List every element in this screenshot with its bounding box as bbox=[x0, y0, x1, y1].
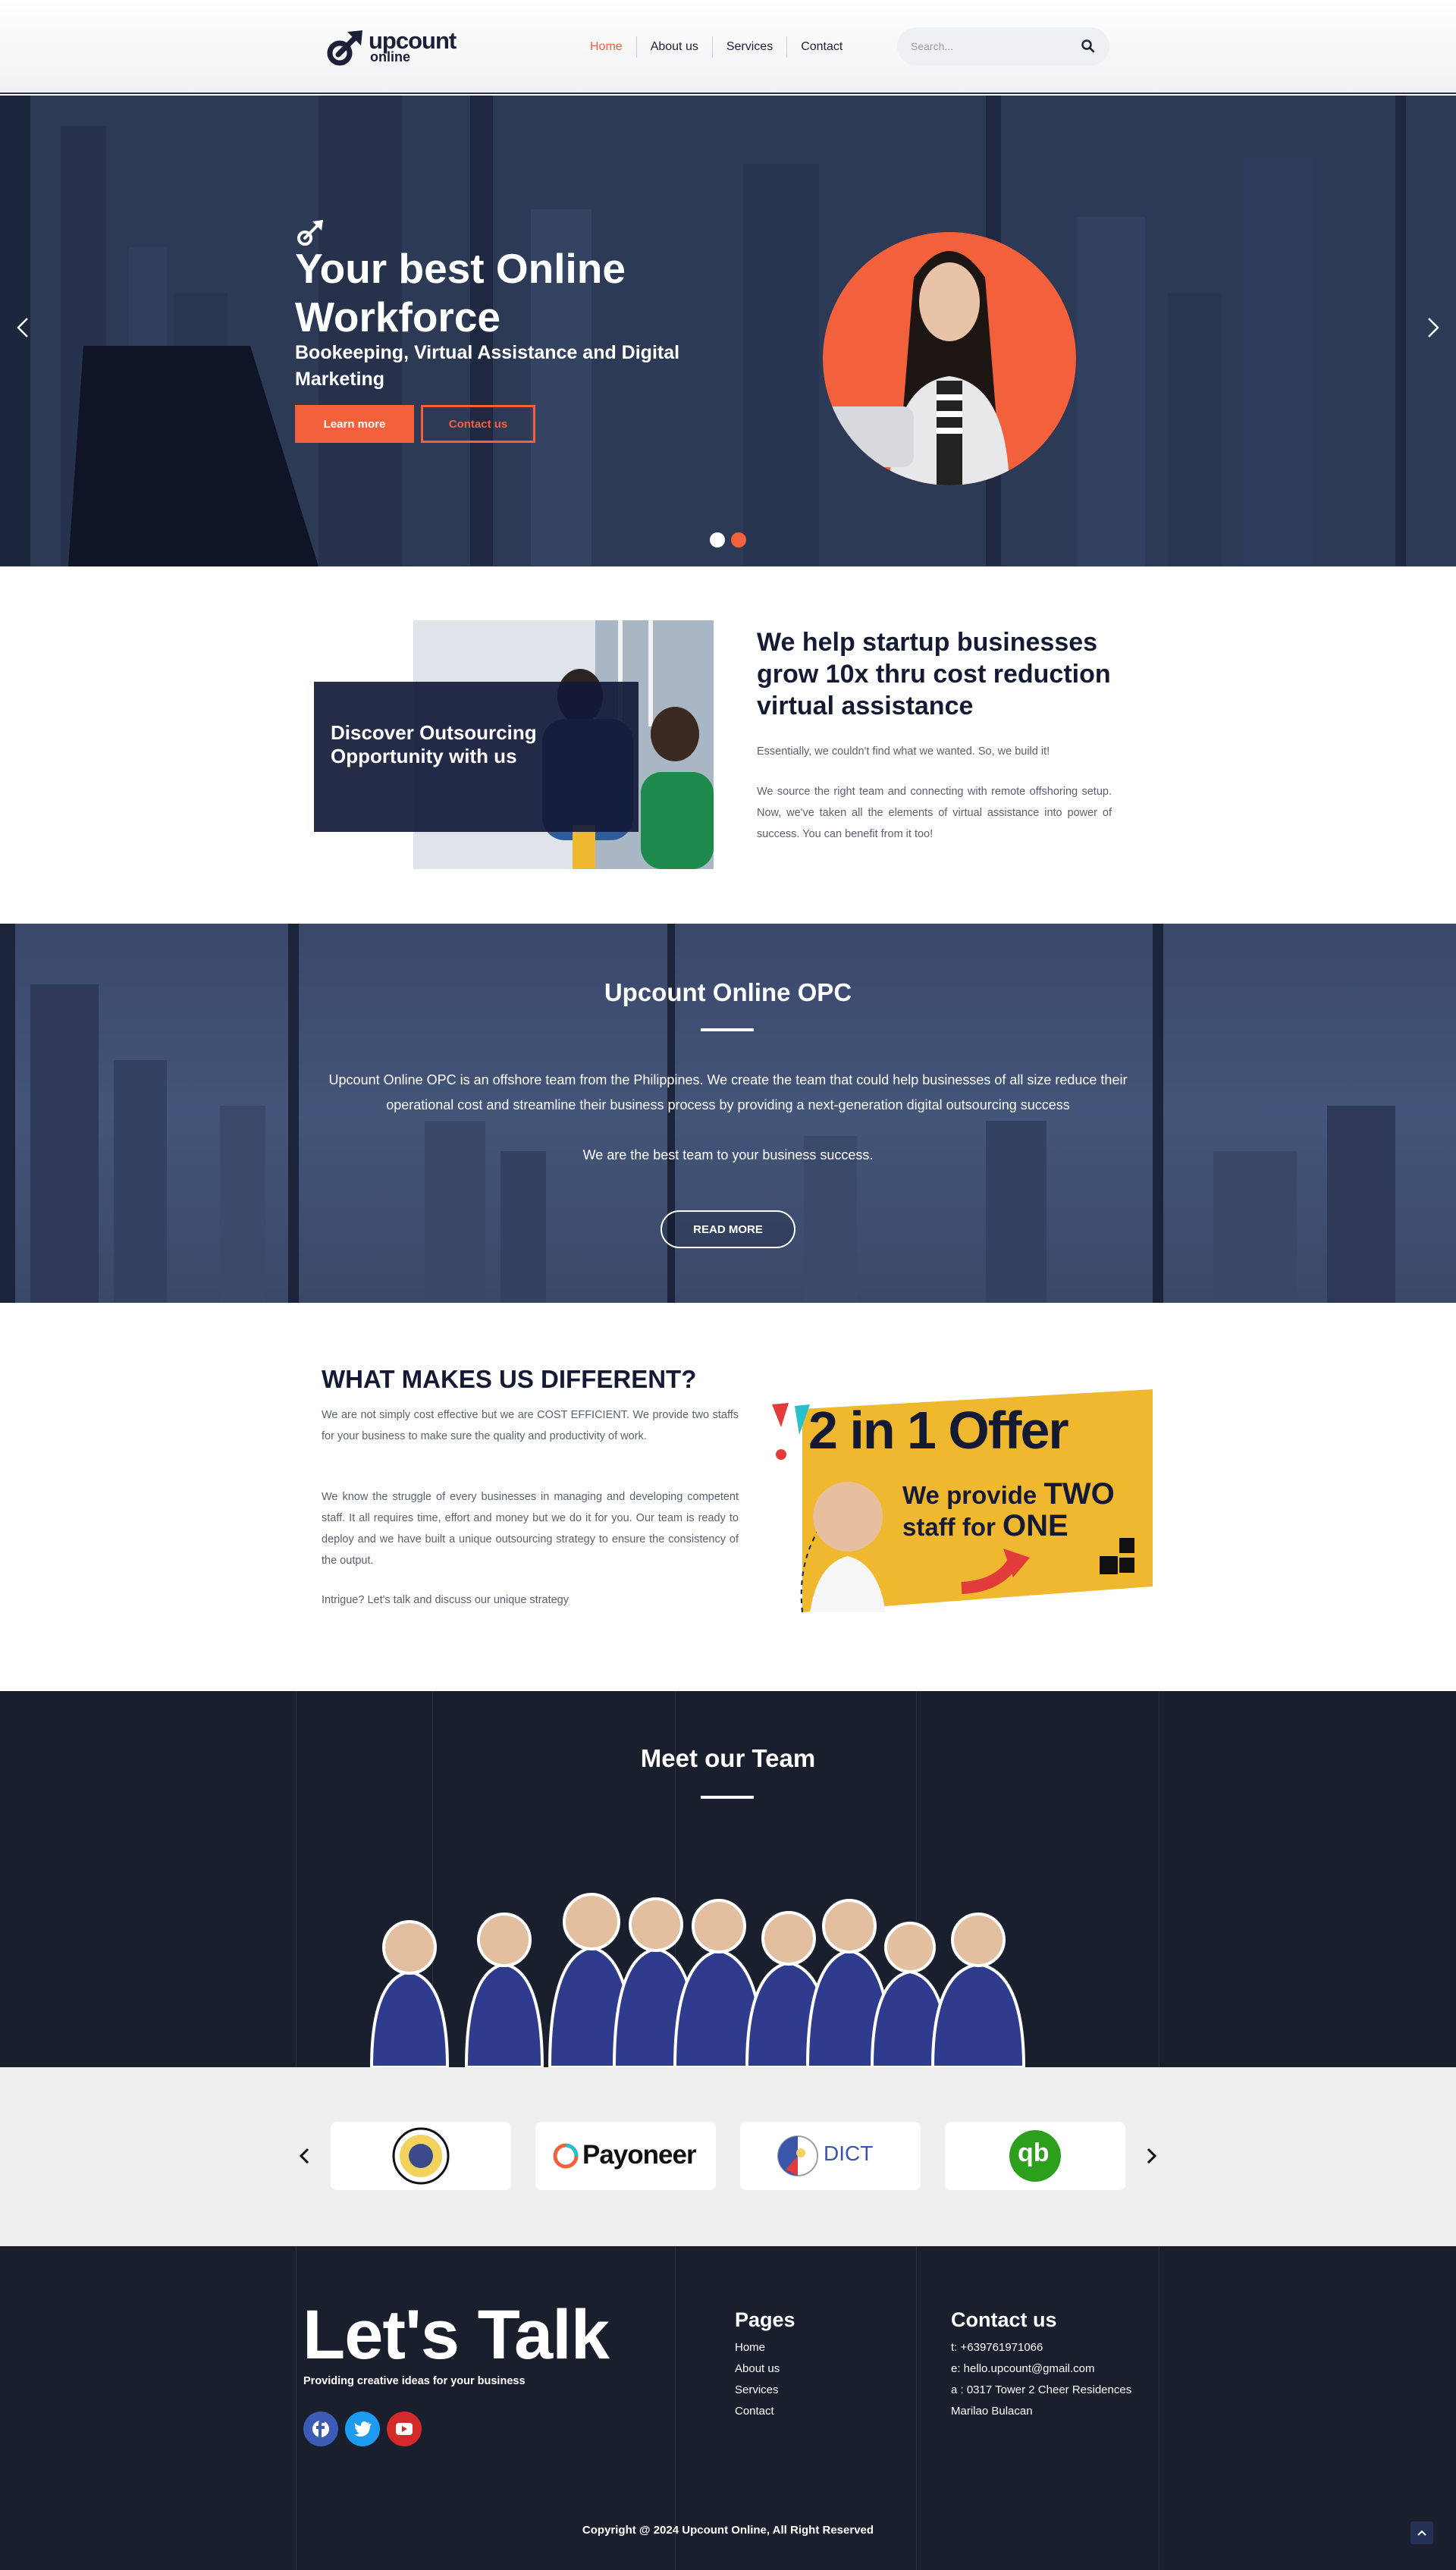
footer-link-home[interactable]: Home bbox=[735, 2341, 765, 2354]
contact-address-1: a : 0317 Tower 2 Cheer Residences bbox=[951, 2383, 1132, 2396]
different-heading: WHAT MAKES US DIFFERENT? bbox=[322, 1365, 697, 1393]
hero-subtitle: Bookeeping, Virtual Assistance and Digit… bbox=[295, 342, 680, 390]
lets-talk-heading: Let's Talk bbox=[303, 2296, 610, 2374]
search-bar bbox=[897, 27, 1109, 65]
discover-box: Discover Outsourcing Opportunity with us bbox=[314, 682, 639, 832]
nav-home[interactable]: Home bbox=[576, 36, 636, 58]
contact-address-2: Marilao Bulacan bbox=[951, 2405, 1033, 2418]
site-footer: Let's Talk Providing creative ideas for … bbox=[0, 2246, 1456, 2570]
footer-link-contact[interactable]: Contact bbox=[735, 2405, 774, 2418]
offer-title: 2 in 1 Offer bbox=[808, 1401, 1069, 1460]
offer-banner: 2 in 1 Offer We provide TWO staff for ON… bbox=[772, 1389, 1153, 1612]
contact-email[interactable]: e: hello.upcount@gmail.com bbox=[951, 2362, 1095, 2375]
hero-prev-arrow[interactable] bbox=[12, 312, 35, 343]
different-paragraph-1: We are not simply cost effective but we … bbox=[322, 1409, 739, 1442]
slider-dot-1[interactable] bbox=[710, 532, 725, 548]
team-title: Meet our Team bbox=[640, 1744, 816, 1772]
youtube-icon[interactable] bbox=[387, 2412, 422, 2446]
offer-one: ONE bbox=[1003, 1509, 1068, 1542]
different-paragraph-3: Intrigue? Let's talk and discuss our uni… bbox=[322, 1594, 569, 1606]
youtube-glyph bbox=[396, 2423, 413, 2435]
opc-section: Upcount Online OPC Upcount Online OPC is… bbox=[0, 924, 1456, 1303]
hero-next-arrow[interactable] bbox=[1421, 312, 1444, 343]
carousel-next-arrow[interactable] bbox=[1141, 2145, 1160, 2167]
offer-line-2: staff for bbox=[902, 1513, 996, 1541]
partner-seal-logo bbox=[331, 2122, 511, 2190]
payoneer-icon bbox=[553, 2143, 579, 2169]
about-paragraph-1: Essentially, we couldn't find what we wa… bbox=[757, 745, 1050, 758]
logo-subtext: online bbox=[370, 49, 410, 64]
different-paragraph-2: We know the struggle of every businesses… bbox=[322, 1491, 739, 1567]
hero-person-image bbox=[823, 251, 1009, 485]
facebook-glyph bbox=[312, 2420, 329, 2437]
partner-dict-logo: DICT bbox=[740, 2122, 921, 2190]
title-underline bbox=[701, 1028, 754, 1031]
opc-text: Upcount Online OPC is an offshore team f… bbox=[328, 1072, 1128, 1112]
hero-background-image bbox=[0, 96, 1456, 566]
search-input[interactable] bbox=[911, 37, 1062, 55]
slider-dot-2[interactable] bbox=[731, 532, 746, 548]
hero-slider: Your best Online Workforce Bookeeping, V… bbox=[0, 96, 1456, 566]
copyright: Copyright @ 2024 Upcount Online, All Rig… bbox=[582, 2524, 874, 2537]
partner-quickbooks-logo: qb bbox=[945, 2122, 1125, 2190]
about-heading: We help startup businesses grow 10x thru… bbox=[757, 628, 1111, 720]
facebook-icon[interactable] bbox=[303, 2412, 338, 2446]
grid-line bbox=[675, 2246, 676, 2570]
opc-title: Upcount Online OPC bbox=[604, 978, 852, 1006]
nav-contact[interactable]: Contact bbox=[786, 36, 856, 58]
contact-heading: Contact us bbox=[951, 2308, 1057, 2331]
about-paragraph-2: We source the right team and connecting … bbox=[757, 786, 1112, 840]
back-to-top-button[interactable] bbox=[1410, 2521, 1433, 2544]
nav-services[interactable]: Services bbox=[711, 36, 786, 58]
opc-text-2: We are the best team to your business su… bbox=[582, 1147, 874, 1163]
grid-line bbox=[916, 2246, 917, 2570]
read-more-button[interactable]: READ MORE bbox=[661, 1210, 795, 1248]
nav-about-us[interactable]: About us bbox=[635, 36, 712, 58]
title-underline bbox=[701, 1796, 754, 1799]
payoneer-text: Payoneer bbox=[582, 2140, 697, 2170]
grid-line bbox=[296, 2246, 297, 2570]
quickbooks-text: qb bbox=[1018, 2139, 1050, 2167]
partners-carousel: Payoneer DICT qb bbox=[0, 2067, 1456, 2246]
main-nav: Home About us Services Contact bbox=[576, 36, 856, 58]
carousel-prev-arrow[interactable] bbox=[296, 2145, 315, 2167]
logo-arrow-icon bbox=[327, 30, 362, 66]
partner-payoneer-logo: Payoneer bbox=[535, 2122, 716, 2190]
hero-portrait bbox=[823, 232, 1076, 485]
contact-phone: t: +639761971066 bbox=[951, 2341, 1043, 2354]
site-logo[interactable]: upcount online bbox=[325, 26, 457, 71]
twitter-icon[interactable] bbox=[345, 2412, 380, 2446]
offer-line-1: We provide bbox=[902, 1481, 1037, 1509]
twitter-glyph bbox=[354, 2421, 372, 2437]
chevron-up-icon bbox=[1417, 2530, 1426, 2536]
slider-dots bbox=[710, 532, 746, 548]
contact-us-button[interactable]: Contact us bbox=[421, 405, 535, 443]
team-section: Meet our Team bbox=[0, 1691, 1456, 2067]
team-photo bbox=[369, 1893, 1026, 2067]
footer-link-services[interactable]: Services bbox=[735, 2383, 779, 2396]
lets-talk-subtitle: Providing creative ideas for your busine… bbox=[303, 2375, 526, 2387]
search-icon[interactable] bbox=[1081, 39, 1096, 54]
site-header: upcount online Home About us Services Co… bbox=[0, 0, 1456, 94]
seal-logo-icon bbox=[392, 2127, 450, 2185]
dict-icon bbox=[777, 2135, 818, 2176]
offer-two: TWO bbox=[1043, 1477, 1115, 1511]
learn-more-button[interactable]: Learn more bbox=[295, 405, 414, 443]
footer-link-about-us[interactable]: About us bbox=[735, 2362, 780, 2375]
pages-heading: Pages bbox=[735, 2308, 795, 2331]
hero-title: Your best Online Workforce bbox=[295, 245, 626, 340]
discover-text: Discover Outsourcing Opportunity with us bbox=[331, 721, 537, 767]
dict-text: DICT bbox=[824, 2142, 874, 2165]
